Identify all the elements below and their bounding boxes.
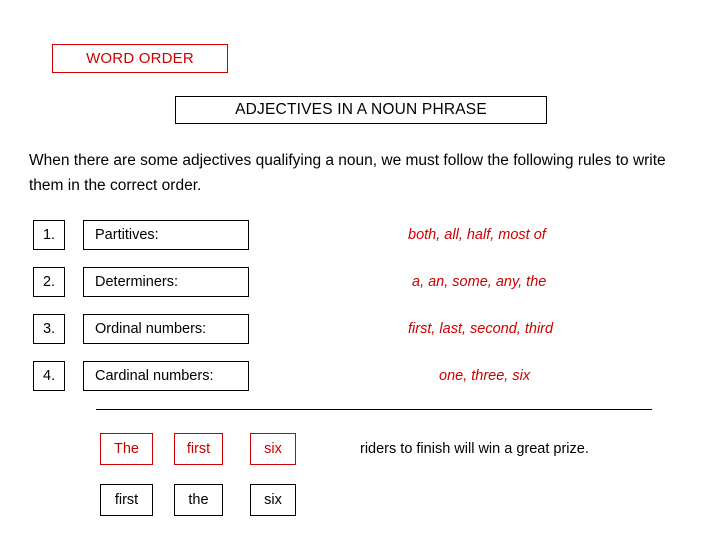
rule-examples: both, all, half, most of	[408, 227, 546, 243]
rule-number: 2.	[33, 267, 65, 297]
rule-label: Ordinal numbers:	[83, 314, 249, 344]
word-order-title-box: WORD ORDER	[52, 44, 228, 73]
correct-sentence-row: The first six riders to finish will win …	[100, 433, 700, 465]
rule-number: 4.	[33, 361, 65, 391]
rule-examples: a, an, some, any, the	[412, 274, 547, 290]
rule-row: 3. Ordinal numbers: first, last, second,…	[33, 314, 693, 344]
rule-row: 2. Determiners: a, an, some, any, the	[33, 267, 693, 297]
rule-row: 1. Partitives: both, all, half, most of	[33, 220, 693, 250]
rule-examples: one, three, six	[439, 368, 531, 384]
rule-row: 4. Cardinal numbers: one, three, six	[33, 361, 693, 391]
rules-list: 1. Partitives: both, all, half, most of …	[33, 220, 693, 408]
rule-number: 1.	[33, 220, 65, 250]
adjectives-title-text: ADJECTIVES IN A NOUN PHRASE	[235, 101, 487, 118]
rule-examples: first, last, second, third	[408, 321, 554, 337]
adjectives-title-box: ADJECTIVES IN A NOUN PHRASE	[175, 96, 547, 124]
word-box-six-alt: six	[250, 484, 296, 516]
rule-label: Cardinal numbers:	[83, 361, 249, 391]
horizontal-divider	[96, 409, 652, 410]
intro-paragraph: When there are some adjectives qualifyin…	[29, 152, 666, 194]
word-order-title-text: WORD ORDER	[86, 50, 194, 67]
word-box-the-alt: the	[174, 484, 223, 516]
incorrect-sentence-row: first the six	[100, 484, 700, 516]
rule-label: Partitives:	[83, 220, 249, 250]
rule-number: 3.	[33, 314, 65, 344]
sentence-tail-text: riders to finish will win a great prize.	[360, 441, 589, 457]
slide: WORD ORDER ADJECTIVES IN A NOUN PHRASE W…	[0, 0, 728, 546]
word-box-six: six	[250, 433, 296, 465]
word-box-first: first	[174, 433, 223, 465]
word-box-the: The	[100, 433, 153, 465]
word-box-first-alt: first	[100, 484, 153, 516]
rule-label: Determiners:	[83, 267, 249, 297]
